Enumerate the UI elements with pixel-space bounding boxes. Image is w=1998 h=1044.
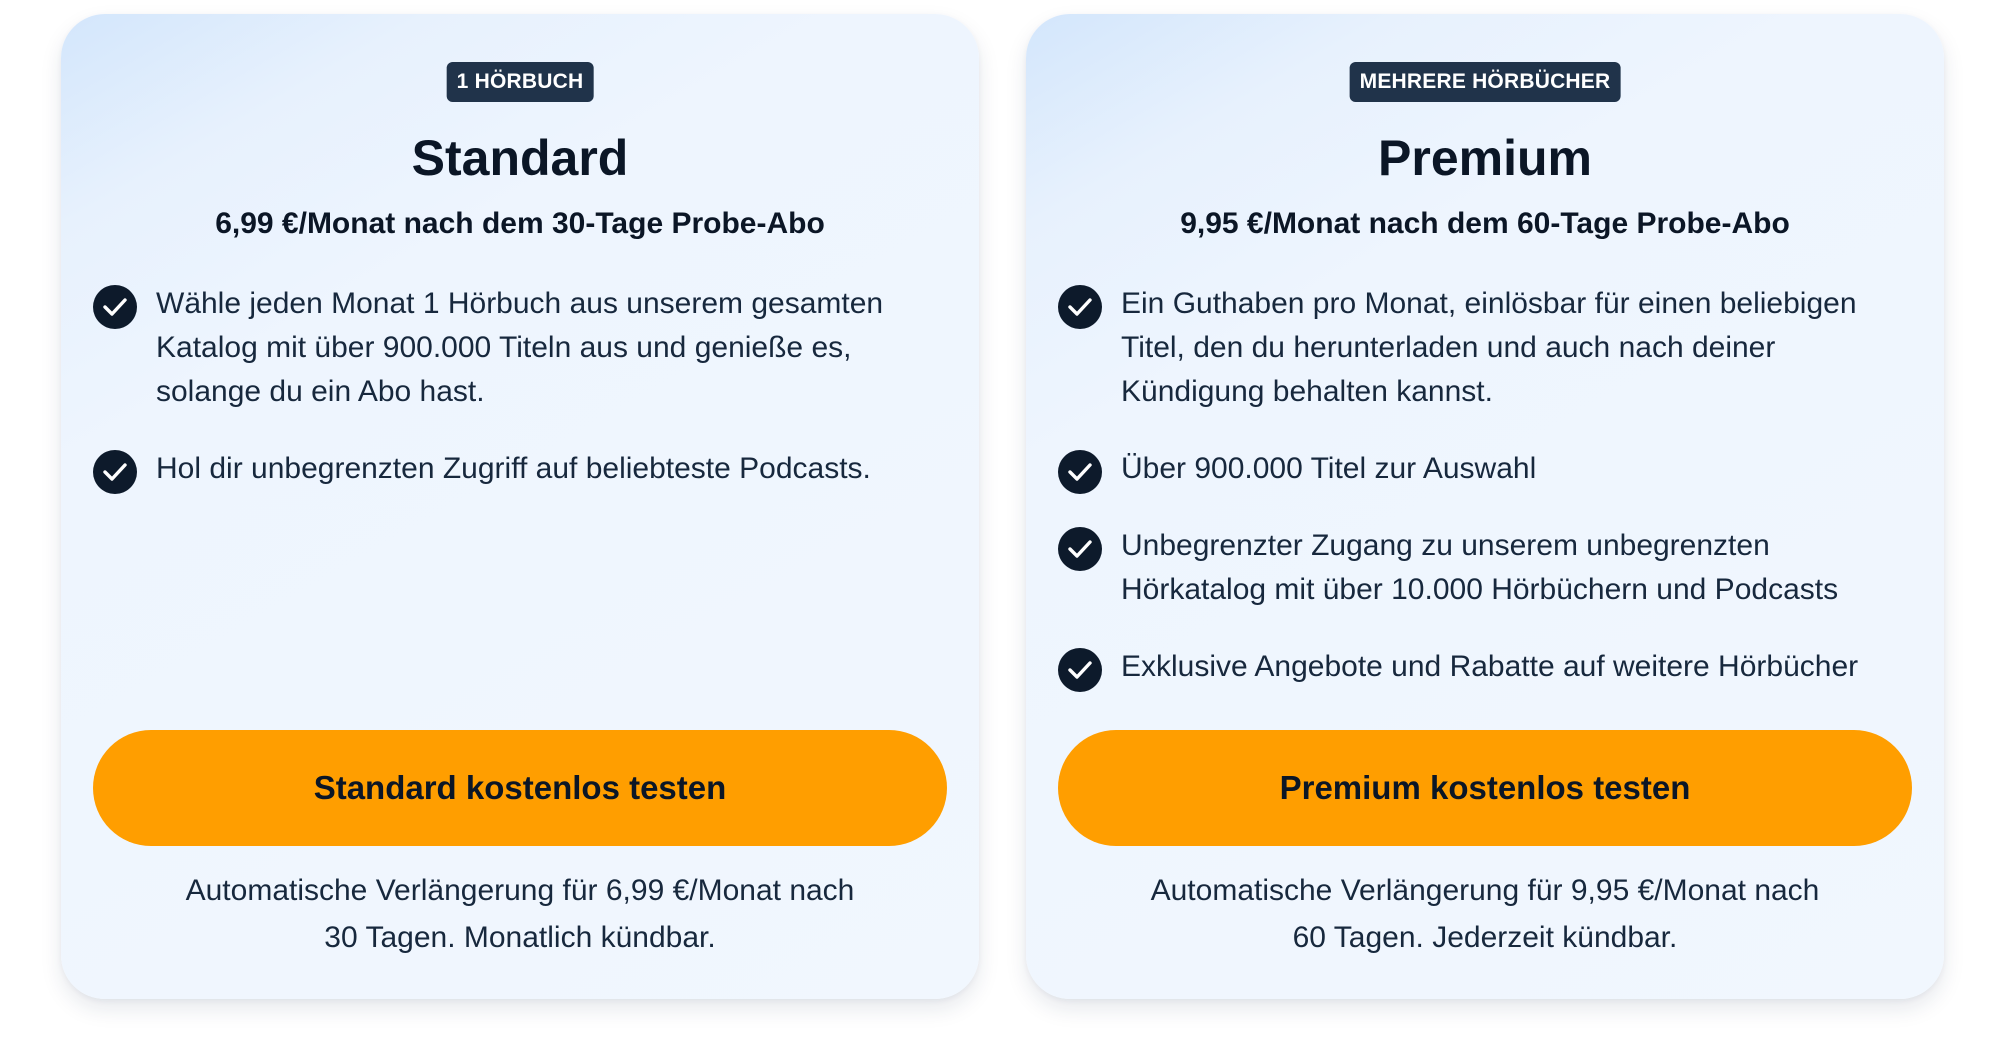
renewal-note-line: Automatische Verlängerung für 6,99 €/Mon…: [185, 874, 855, 907]
plan-price: 6,99 €/Monat nach dem 30-Tage Probe-Abo: [215, 207, 825, 240]
feature-list: Wähle jeden Monat 1 Hörbuch aus unserem …: [93, 282, 949, 524]
plan-card-standard: 1 HÖRBUCH Standard 6,99 €/Monat nach dem…: [61, 14, 979, 999]
check-circle-icon: [93, 285, 137, 329]
renewal-note-line: Automatische Verlängerung für 9,95 €/Mon…: [1150, 874, 1820, 907]
check-circle-icon: [1058, 285, 1102, 329]
feature-item: Exklusive Angebote und Rabatte auf weite…: [1058, 645, 1914, 692]
plan-card-premium: MEHRERE HÖRBÜCHER Premium 9,95 €/Monat n…: [1026, 14, 1944, 999]
feature-item: Unbegrenzter Zugang zu unserem unbegrenz…: [1058, 524, 1914, 612]
feature-text: Exklusive Angebote und Rabatte auf weite…: [1121, 650, 1859, 683]
feature-item: Ein Guthaben pro Monat, einlösbar für ei…: [1058, 282, 1914, 414]
renewal-note-line: 30 Tagen. Monatlich kündbar.: [324, 921, 716, 954]
plan-badge: MEHRERE HÖRBÜCHER: [1349, 62, 1621, 102]
feature-list: Ein Guthaben pro Monat, einlösbar für ei…: [1058, 282, 1914, 722]
renewal-note-line: 60 Tagen. Jederzeit kündbar.: [1292, 921, 1678, 954]
feature-text: Wähle jeden Monat 1 Hörbuch aus unserem …: [156, 287, 884, 408]
renewal-note: Automatische Verlängerung für 9,95 €/Mon…: [1086, 867, 1884, 961]
renewal-note: Automatische Verlängerung für 6,99 €/Mon…: [121, 867, 919, 961]
check-circle-icon: [1058, 450, 1102, 494]
plan-badge: 1 HÖRBUCH: [446, 62, 594, 102]
feature-text: Ein Guthaben pro Monat, einlösbar für ei…: [1121, 287, 1857, 408]
feature-item: Wähle jeden Monat 1 Hörbuch aus unserem …: [93, 282, 949, 414]
feature-text: Hol dir unbegrenzten Zugriff auf beliebt…: [156, 452, 871, 485]
plan-price: 9,95 €/Monat nach dem 60-Tage Probe-Abo: [1180, 207, 1790, 240]
standard-trial-button[interactable]: Standard kostenlos testen: [93, 730, 947, 846]
check-circle-icon: [93, 450, 137, 494]
plan-title: Standard: [411, 130, 629, 186]
feature-item: Über 900.000 Titel zur Auswahl: [1058, 447, 1914, 494]
pricing-plans: 1 HÖRBUCH Standard 6,99 €/Monat nach dem…: [61, 14, 1944, 999]
premium-trial-button[interactable]: Premium kostenlos testen: [1058, 730, 1912, 846]
plan-title: Premium: [1378, 130, 1592, 186]
feature-text: Über 900.000 Titel zur Auswahl: [1121, 452, 1537, 485]
check-circle-icon: [1058, 648, 1102, 692]
feature-text: Unbegrenzter Zugang zu unserem unbegrenz…: [1121, 529, 1839, 606]
check-circle-icon: [1058, 527, 1102, 571]
feature-item: Hol dir unbegrenzten Zugriff auf beliebt…: [93, 447, 949, 494]
